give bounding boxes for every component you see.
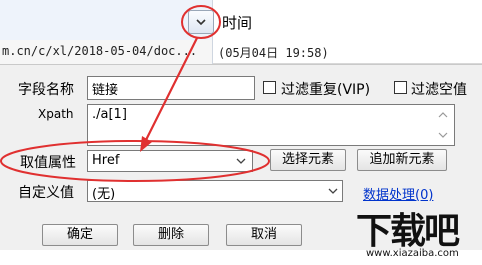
watermark-url: www.xiazaiba.com [366,248,459,259]
highlight-ellipse-attr [0,140,270,182]
annotation-arrow [145,37,198,141]
highlight-ellipse-dropdown [181,5,221,39]
watermark-logo: 下载吧 [356,211,460,252]
